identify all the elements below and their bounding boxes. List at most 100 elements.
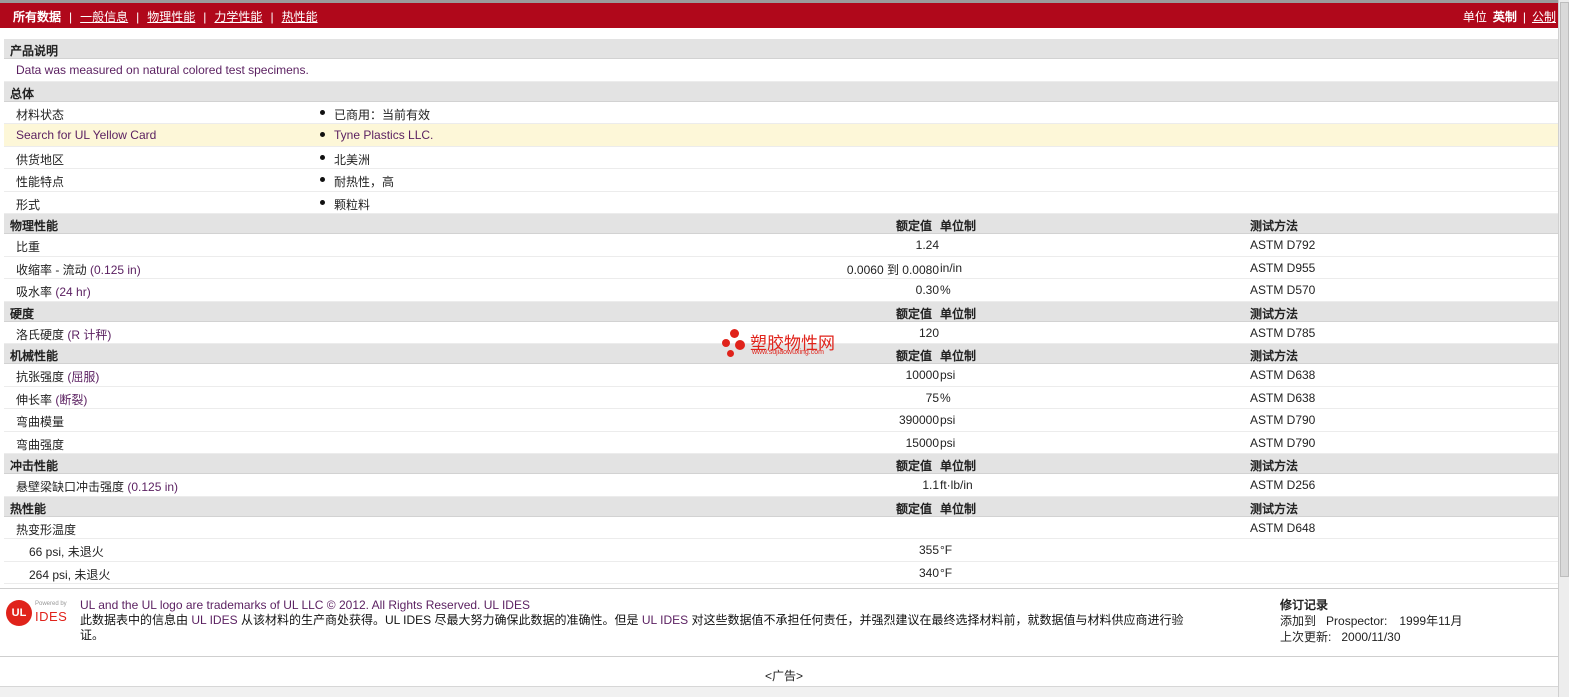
general-row: 形式 颗粒料 xyxy=(4,192,1560,214)
disclaimer-part: 对这些数据值不承担任何责任，并强烈建议在最终选择材料前，就数据值与材料供应商进行… xyxy=(691,613,1184,627)
property-row: 吸水率 (24 hr) 0.30 % ASTM D570 xyxy=(4,279,1560,302)
description-text: Data was measured on natural colored tes… xyxy=(16,63,309,77)
nav-mechanical[interactable]: 力学性能 xyxy=(214,8,262,25)
property-name: 悬壁梁缺口冲击强度 xyxy=(16,480,125,494)
property-name: 抗张强度 xyxy=(16,370,65,384)
property-unit: °F xyxy=(940,565,953,580)
nav-separator: | xyxy=(270,9,274,24)
section-header: 物理性能 额定值 单位制 测试方法 xyxy=(4,214,1560,234)
revision-title: 修订记录 xyxy=(1280,598,1329,612)
disclaimer: UL and the UL logo are trademarks of UL … xyxy=(80,598,1260,643)
col-header-nominal: 额定值 xyxy=(896,219,933,233)
footer-divider xyxy=(0,588,1568,589)
revision-history: 修订记录 添加到 Prospector: 1999年11月 上次更新: 2000/11… xyxy=(1280,597,1540,645)
test-method: ASTM D790 xyxy=(1250,413,1316,427)
nav-thermal[interactable]: 热性能 xyxy=(282,8,318,25)
bullet-icon xyxy=(320,199,325,205)
supplier-link[interactable]: Tyne Plastics LLC. xyxy=(334,128,433,142)
section-header: 总体 xyxy=(4,81,1560,102)
property-row: 悬壁梁缺口冲击强度 (0.125 in) 1.1 ft·lb/in ASTM D… xyxy=(4,474,1560,497)
added-date: 1999年11月 xyxy=(1399,614,1463,628)
units-label: 单位 xyxy=(1462,10,1487,24)
property-value: 120 xyxy=(918,325,939,340)
col-header-nominal: 额定值 xyxy=(896,459,933,473)
ad-label: <广告> xyxy=(764,669,804,683)
property-value: 340 xyxy=(918,565,939,580)
test-method: ASTM D955 xyxy=(1250,260,1316,275)
property-unit: in/in xyxy=(940,260,963,275)
section-title: 总体 xyxy=(10,86,35,101)
property-name: 伸长率 xyxy=(16,392,53,407)
nav-all-data[interactable]: 所有数据 xyxy=(13,8,61,25)
section-title: 冲击性能 xyxy=(10,459,59,473)
property-unit: psi xyxy=(940,413,956,427)
property-condition: (断裂) xyxy=(55,392,88,407)
property-value: 75 xyxy=(925,390,939,405)
col-header-nominal: 额定值 xyxy=(896,349,933,363)
property-row: 弯曲强度 15000 psi ASTM D790 xyxy=(4,432,1560,454)
nav-separator: | xyxy=(203,9,207,24)
property-value: 15000 xyxy=(905,435,939,450)
section-nav: 所有数据 | 一般信息 | 物理性能 | 力学性能 | 热性能 单位 英制 | … xyxy=(0,3,1568,28)
ul-ides-mention: UL IDES xyxy=(191,613,238,627)
property-row: 伸长率 (断裂) 75 % ASTM D638 xyxy=(4,387,1560,409)
revision-added: 添加到 Prospector: 1999年11月 xyxy=(1280,613,1540,629)
col-header-method: 测试方法 xyxy=(1250,501,1299,516)
property-name: 弯曲强度 xyxy=(16,437,65,452)
property-name: 收缩率 - 流动 xyxy=(16,262,87,277)
col-header-nominal: 额定值 xyxy=(896,501,933,516)
property-row: 弯曲模量 390000 psi ASTM D790 xyxy=(4,409,1560,432)
property-name-with-condition: 抗张强度 (屈服) xyxy=(16,368,99,385)
property-condition: (R 计秤) xyxy=(67,327,112,342)
unit-switcher: 单位 英制 | 公制 xyxy=(1463,8,1556,25)
general-row: 材料状态 已商用：当前有效 xyxy=(4,102,1560,124)
property-value: 0.30 xyxy=(915,283,939,297)
property-value: 10000 xyxy=(905,368,939,382)
added-label: 添加到 xyxy=(1280,614,1317,628)
bullet-icon xyxy=(320,132,325,137)
vertical-scrollbar[interactable] xyxy=(1558,0,1569,697)
property-name: 吸水率 xyxy=(16,285,53,299)
test-method: ASTM D648 xyxy=(1250,520,1316,535)
property-value: 已商用：当前有效 xyxy=(334,107,431,122)
property-name: 形式 xyxy=(16,197,41,212)
property-subrow: 66 psi, 未退火 355 °F xyxy=(4,539,1560,562)
property-name: 264 psi, 未退火 xyxy=(29,567,111,582)
property-value: 390000 xyxy=(898,413,939,427)
updated-date: 2000/11/30 xyxy=(1341,630,1401,644)
test-method: ASTM D792 xyxy=(1250,238,1316,252)
ides-text: IDES xyxy=(35,609,68,624)
property-unit: % xyxy=(940,283,951,297)
property-condition: (屈服) xyxy=(67,370,100,384)
section-title: 物理性能 xyxy=(10,219,59,233)
property-value: 1.1 xyxy=(922,478,939,492)
general-row: 供货地区 北美洲 xyxy=(4,147,1560,169)
footer: UL Powered by IDES UL and the UL logo ar… xyxy=(0,592,1568,656)
scrollbar-thumb[interactable] xyxy=(1560,2,1569,577)
horizontal-scrollbar[interactable] xyxy=(0,686,1568,697)
section-title: 机械性能 xyxy=(10,349,59,363)
col-header-method: 测试方法 xyxy=(1250,219,1299,233)
nav-physical[interactable]: 物理性能 xyxy=(147,8,195,25)
section-title: 产品说明 xyxy=(10,44,59,58)
property-unit: ft·lb/in xyxy=(940,478,973,492)
property-name-with-condition: 洛氏硬度 (R 计秤) xyxy=(16,326,111,343)
ul-yellow-card-link[interactable]: Search for UL Yellow Card xyxy=(16,128,156,142)
units-metric-link[interactable]: 公制 xyxy=(1532,8,1556,25)
property-name: 66 psi, 未退火 xyxy=(29,545,104,559)
col-header-unit: 单位制 xyxy=(940,459,977,473)
property-name-with-condition: 收缩率 - 流动 (0.125 in) xyxy=(16,261,141,278)
test-method: ASTM D638 xyxy=(1250,368,1316,382)
section-title: 硬度 xyxy=(10,306,35,321)
nav-general-info[interactable]: 一般信息 xyxy=(80,8,128,25)
property-value: 耐热性，高 xyxy=(334,175,395,189)
property-name: 材料状态 xyxy=(16,107,65,122)
property-value: 1.24 xyxy=(915,238,939,252)
property-value: 0.0060 到 0.0080 xyxy=(846,262,939,277)
disclaimer-line-end: 证。 xyxy=(80,628,105,642)
ul-ides-mention: UL IDES xyxy=(641,613,689,627)
added-where: Prospector: xyxy=(1326,614,1388,628)
test-method: ASTM D785 xyxy=(1250,325,1316,340)
col-header-method: 测试方法 xyxy=(1250,306,1299,321)
section-title: 热性能 xyxy=(10,501,47,516)
